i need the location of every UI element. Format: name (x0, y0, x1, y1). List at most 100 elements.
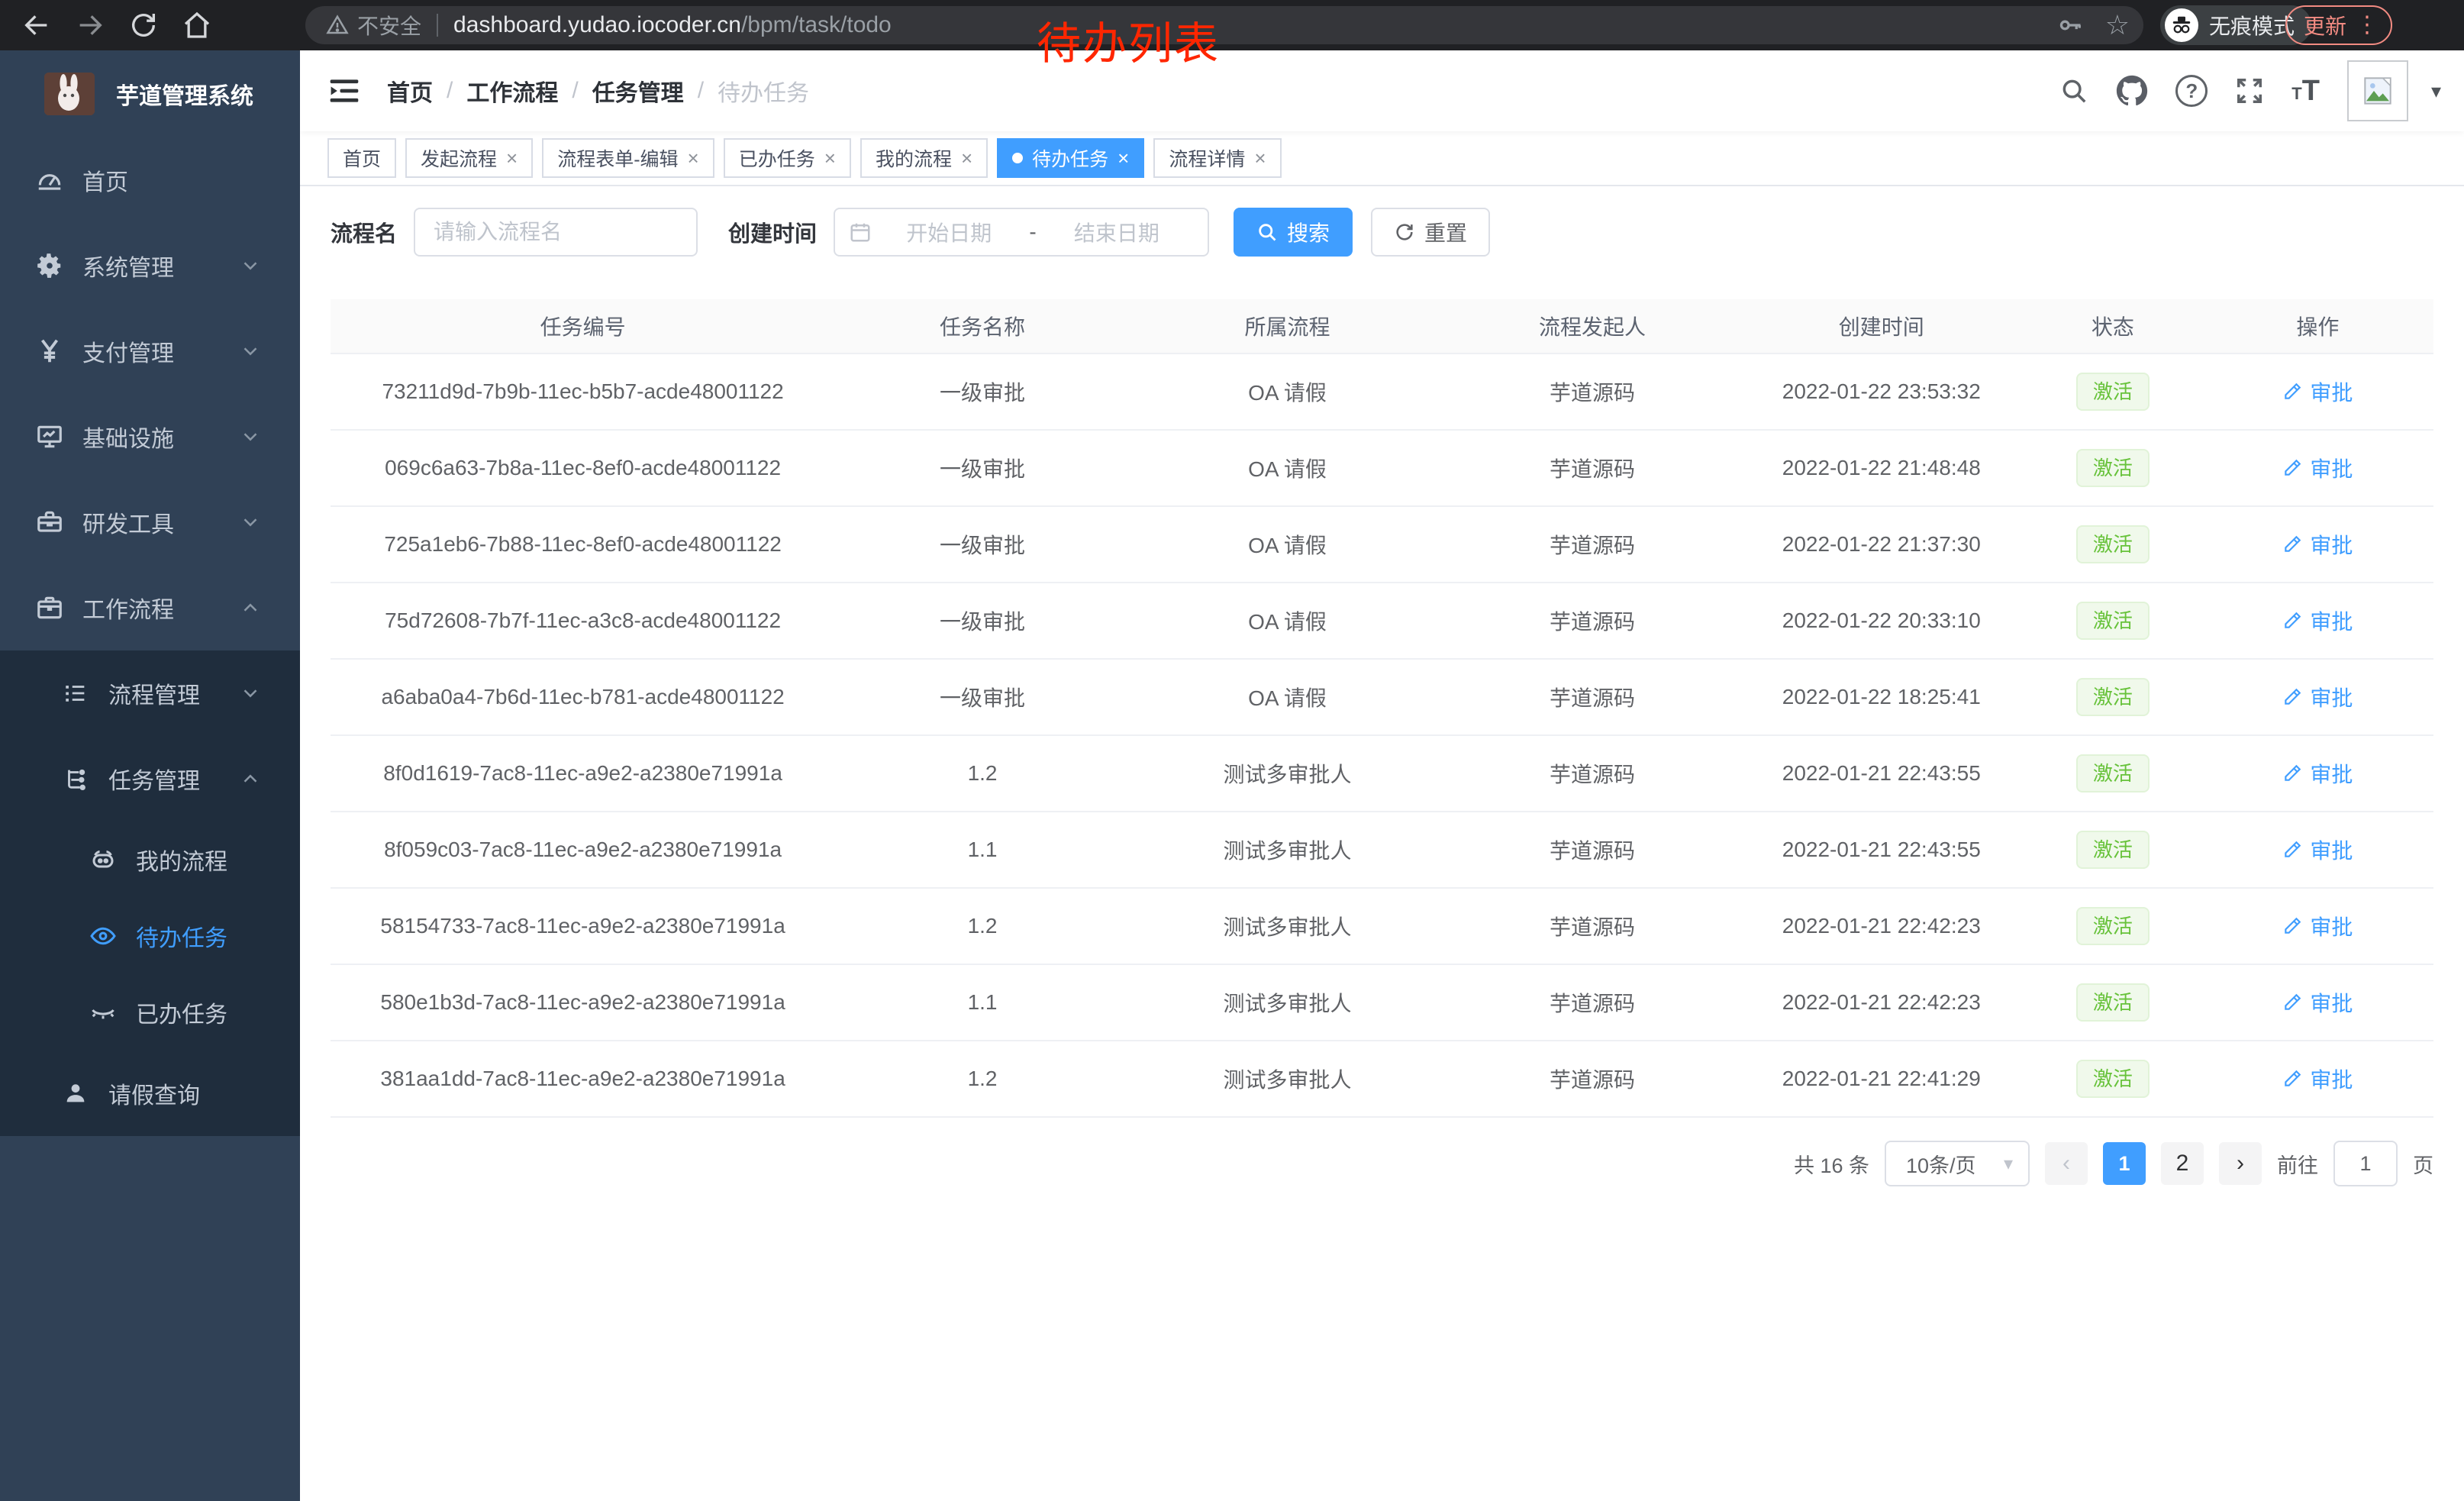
close-icon[interactable]: × (1118, 148, 1129, 168)
cell-process: 测试多审批人 (1130, 812, 1445, 887)
github-icon[interactable] (2116, 75, 2148, 107)
approve-link[interactable]: 审批 (2282, 682, 2353, 712)
url-host: dashboard.yudao.iocoder.cn (453, 12, 741, 38)
close-icon[interactable]: × (506, 148, 518, 168)
cell-starter: 芋道源码 (1445, 1041, 1740, 1116)
sidebar-item-infra[interactable]: 基础设施 (0, 394, 300, 479)
tab-home[interactable]: 首页 (327, 138, 396, 178)
cell-task-id: 8f0d1619-7ac8-11ec-a9e2-a2380e71991a (331, 736, 835, 811)
tab-my-process[interactable]: 我的流程 × (860, 138, 988, 178)
address-bar[interactable]: 不安全 dashboard.yudao.iocoder.cn /bpm/task… (305, 6, 2143, 44)
table-row: 381aa1dd-7ac8-11ec-a9e2-a2380e71991a 1.2… (331, 1041, 2433, 1118)
breadcrumb-workflow[interactable]: 工作流程 (466, 74, 558, 108)
approve-link[interactable]: 审批 (2282, 758, 2353, 789)
page-button-2[interactable]: 2 (2161, 1142, 2204, 1185)
cell-create-time: 2022-01-21 22:42:23 (1740, 889, 2024, 964)
cell-status: 激活 (2024, 889, 2202, 964)
approve-link[interactable]: 审批 (2282, 605, 2353, 636)
cell-process: OA 请假 (1130, 431, 1445, 505)
tab-start-process[interactable]: 发起流程 × (405, 138, 533, 178)
tab-done-tasks[interactable]: 已办任务 × (724, 138, 851, 178)
breadcrumb-task-mgmt[interactable]: 任务管理 (592, 74, 684, 108)
browser-forward-button[interactable] (73, 8, 107, 42)
sidebar-item-todo-tasks[interactable]: 待办任务 (0, 898, 300, 974)
date-range-picker[interactable]: 开始日期 - 结束日期 (834, 208, 1209, 257)
close-icon[interactable]: × (1254, 148, 1266, 168)
browser-chrome: 不安全 dashboard.yudao.iocoder.cn /bpm/task… (0, 0, 2464, 50)
sidebar-item-label: 系统管理 (82, 249, 174, 282)
table-row: 75d72608-7b7f-11ec-a3c8-acde48001122 一级审… (331, 583, 2433, 660)
avatar[interactable] (2347, 60, 2408, 121)
breadcrumb-home[interactable]: 首页 (387, 74, 433, 108)
browser-update-button[interactable]: 更新 ⋮ (2285, 5, 2392, 45)
status-badge: 激活 (2076, 373, 2150, 411)
col-status: 状态 (2024, 299, 2202, 353)
approve-link[interactable]: 审批 (2282, 529, 2353, 560)
cell-task-id: 8f059c03-7ac8-11ec-a9e2-a2380e71991a (331, 812, 835, 887)
approve-link[interactable]: 审批 (2282, 911, 2353, 941)
close-icon[interactable]: × (688, 148, 699, 168)
close-icon[interactable]: × (824, 148, 836, 168)
cell-create-time: 2022-01-21 22:43:55 (1740, 812, 2024, 887)
approve-link[interactable]: 审批 (2282, 987, 2353, 1018)
reset-button[interactable]: 重置 (1371, 208, 1490, 257)
sidebar-item-devtools[interactable]: 研发工具 (0, 479, 300, 565)
security-warning-icon[interactable] (325, 14, 350, 37)
sidebar-item-label: 工作流程 (82, 591, 174, 625)
status-badge: 激活 (2076, 907, 2150, 945)
header-search-icon[interactable] (2059, 76, 2088, 105)
cell-create-time: 2022-01-21 22:41:29 (1740, 1041, 2024, 1116)
sidebar-item-system[interactable]: 系统管理 (0, 223, 300, 308)
cell-create-time: 2022-01-21 22:42:23 (1740, 965, 2024, 1040)
approve-link[interactable]: 审批 (2282, 376, 2353, 407)
incognito-icon (2165, 8, 2198, 42)
close-icon[interactable]: × (961, 148, 972, 168)
bookmark-star-icon[interactable]: ☆ (2105, 11, 2130, 39)
fullscreen-icon[interactable] (2235, 76, 2264, 105)
page-size-select[interactable]: 10条/页 ▾ (1885, 1141, 2030, 1186)
sidebar-item-process-mgmt[interactable]: 流程管理 (0, 650, 300, 736)
sidebar-item-task-mgmt[interactable]: 任务管理 (0, 736, 300, 822)
process-name-input[interactable] (414, 208, 698, 257)
cell-task-name: 1.2 (835, 1041, 1130, 1116)
app-logo-row[interactable]: 芋道管理系统 (0, 50, 300, 137)
tab-todo-tasks[interactable]: 待办任务 × (997, 138, 1144, 178)
help-icon[interactable]: ? (2175, 75, 2208, 107)
tab-process-detail[interactable]: 流程详情 × (1153, 138, 1281, 178)
next-page-button[interactable]: › (2219, 1142, 2262, 1185)
breadcrumb-current: 待办任务 (718, 74, 809, 108)
approve-link[interactable]: 审批 (2282, 453, 2353, 483)
cell-status: 激活 (2024, 1041, 2202, 1116)
approve-link[interactable]: 审批 (2282, 834, 2353, 865)
browser-reload-button[interactable] (127, 8, 160, 42)
cell-starter: 芋道源码 (1445, 431, 1740, 505)
search-button[interactable]: 搜索 (1234, 208, 1353, 257)
avatar-dropdown-caret-icon[interactable]: ▾ (2431, 79, 2441, 103)
sidebar-item-payment[interactable]: 支付管理 (0, 308, 300, 394)
password-key-icon[interactable] (2056, 11, 2084, 39)
sidebar-item-home[interactable]: 首页 (0, 137, 300, 223)
cell-create-time: 2022-01-21 22:43:55 (1740, 736, 2024, 811)
goto-page-input[interactable] (2333, 1141, 2398, 1186)
pagination: 共 16 条 10条/页 ▾ ‹ 1 2 › 前往 页 (331, 1141, 2433, 1186)
cell-task-id: 381aa1dd-7ac8-11ec-a9e2-a2380e71991a (331, 1041, 835, 1116)
approve-link[interactable]: 审批 (2282, 1064, 2353, 1094)
page-button-1[interactable]: 1 (2103, 1142, 2146, 1185)
browser-menu-icon[interactable]: ⋮ (2356, 14, 2379, 37)
browser-back-button[interactable] (20, 8, 53, 42)
cell-process: 测试多审批人 (1130, 1041, 1445, 1116)
table-row: 8f0d1619-7ac8-11ec-a9e2-a2380e71991a 1.2… (331, 736, 2433, 812)
font-size-icon[interactable]: TT (2291, 78, 2320, 104)
edit-pen-icon (2282, 916, 2302, 936)
browser-home-button[interactable] (180, 8, 214, 42)
prev-page-button[interactable]: ‹ (2045, 1142, 2088, 1185)
sidebar-item-leave-query[interactable]: 请假查询 (0, 1051, 300, 1136)
tab-process-form-edit[interactable]: 流程表单-编辑 × (542, 138, 714, 178)
sidebar-item-done-tasks[interactable]: 已办任务 (0, 974, 300, 1051)
cell-task-id: 73211d9d-7b9b-11ec-b5b7-acde48001122 (331, 354, 835, 429)
sidebar-item-my-process[interactable]: 我的流程 (0, 822, 300, 898)
sidebar-item-workflow[interactable]: 工作流程 (0, 565, 300, 650)
sidebar-collapse-icon[interactable] (327, 76, 361, 105)
table-header: 任务编号 任务名称 所属流程 流程发起人 创建时间 状态 操作 (331, 299, 2433, 354)
eye-closed-icon (87, 999, 119, 1026)
